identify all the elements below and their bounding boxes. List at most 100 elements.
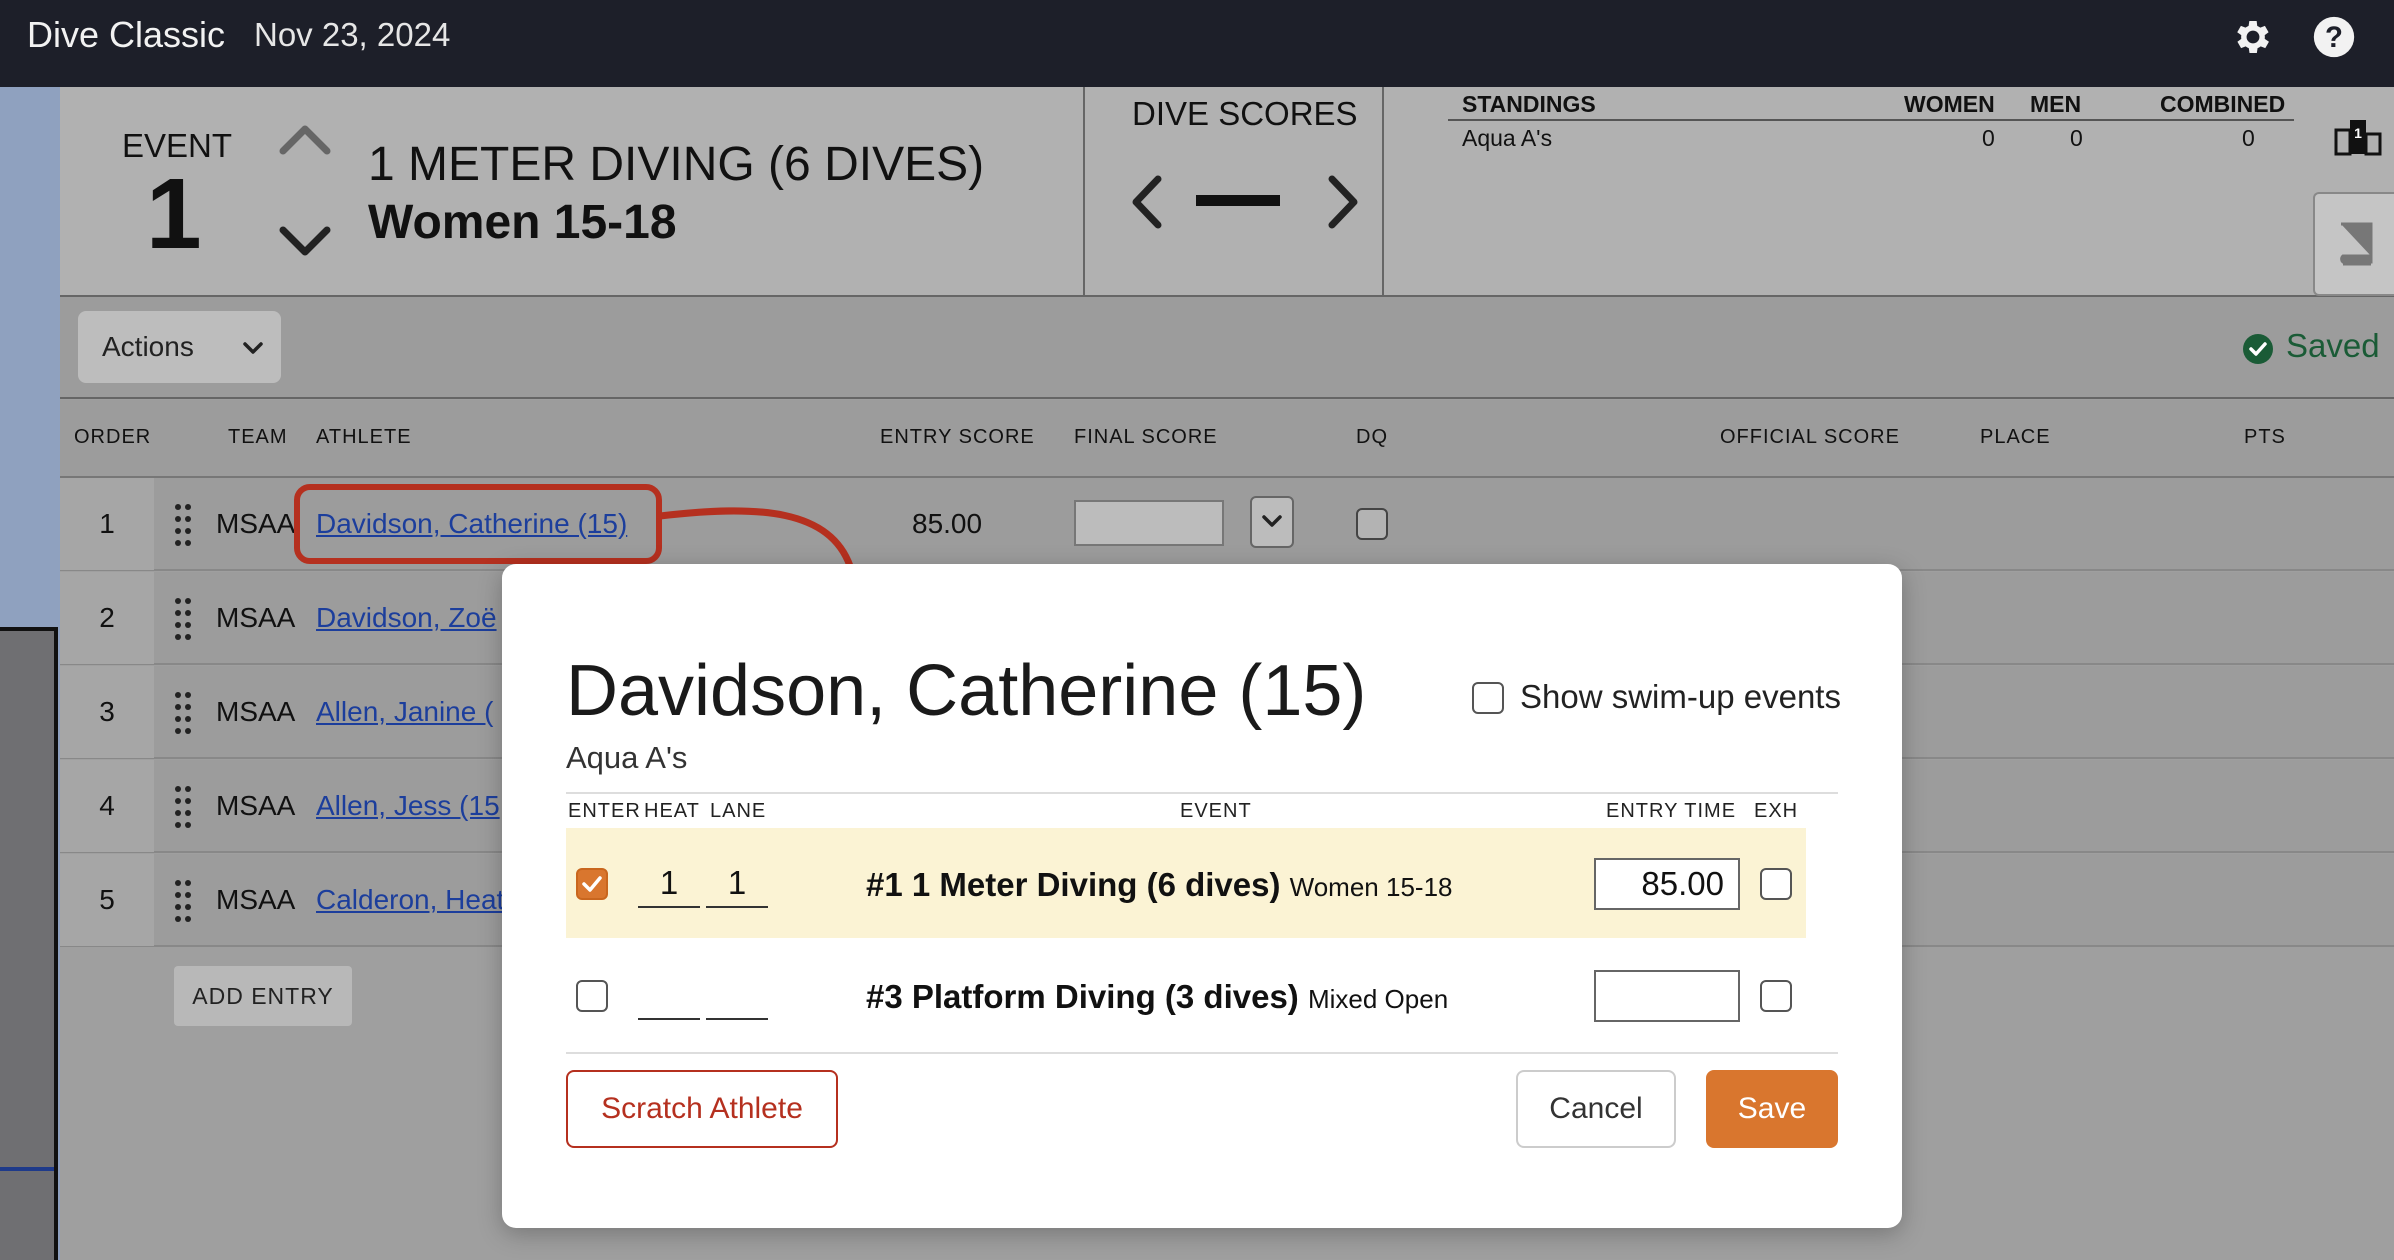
event-name: #1 1 Meter Diving (6 dives) — [866, 866, 1281, 903]
order-number: 4 — [99, 790, 115, 821]
save-button[interactable]: Save — [1706, 1070, 1838, 1148]
athlete-highlight — [294, 484, 662, 564]
athlete-link[interactable]: Allen, Janine ( — [316, 696, 493, 728]
standings-team: Aqua A's — [1462, 125, 1553, 151]
athlete-link[interactable]: Allen, Jess (15 — [316, 790, 500, 822]
drag-handle-icon[interactable] — [172, 878, 194, 924]
meet-date: Nov 23, 2024 — [254, 16, 451, 53]
enter-checkbox[interactable] — [576, 980, 608, 1012]
event-group: Women 15-18 — [1289, 872, 1453, 902]
add-entry-button[interactable]: ADD ENTRY — [174, 966, 352, 1026]
order-cell: 4 — [60, 760, 154, 852]
order-number: 2 — [99, 602, 115, 633]
col-order: ORDER — [74, 426, 152, 448]
col-entry-time: ENTRY TIME — [1606, 800, 1737, 822]
toolbar: Actions Saved — [60, 297, 2394, 399]
order-cell: 5 — [60, 854, 154, 946]
team-code: MSAA — [216, 696, 296, 727]
event-header: EVENT 1 1 METER DIVING (6 DIVES) Women 1… — [60, 87, 2394, 297]
dialog-team-name: Aqua A's — [566, 740, 688, 775]
event-title: #1 1 Meter Diving (6 dives) Women 15-18 — [866, 866, 1453, 904]
left-panel-divider — [0, 1167, 54, 1171]
col-pts: PTS — [2244, 426, 2286, 448]
left-panel-overlay — [0, 627, 58, 1260]
col-exh: EXH — [1754, 800, 1799, 822]
col-event: EVENT — [1180, 800, 1252, 822]
lane-input[interactable] — [706, 970, 768, 1020]
drag-handle-icon[interactable] — [172, 690, 194, 736]
order-number: 5 — [99, 884, 115, 915]
drag-handle-icon[interactable] — [172, 596, 194, 642]
event-name: 1 METER DIVING (6 DIVES) — [368, 138, 985, 191]
top-bar: Dive Classic Nov 23, 2024 ? — [0, 0, 2394, 87]
standings-women-value: 0 — [1982, 125, 1995, 151]
col-heat: HEAT — [644, 800, 700, 822]
event-group: Mixed Open — [1307, 984, 1449, 1014]
athlete-entry-dialog: Davidson, Catherine (15) Aqua A's Show s… — [502, 564, 1902, 1228]
lane-input[interactable]: 1 — [706, 858, 768, 908]
athlete-link[interactable]: Davidson, Zoë — [316, 602, 497, 634]
saved-status: Saved — [2286, 327, 2380, 364]
book-button[interactable] — [2313, 192, 2394, 296]
chevron-down-icon[interactable] — [275, 222, 335, 262]
entry-time-input[interactable]: 85.00 — [1594, 858, 1740, 910]
order-cell: 2 — [60, 572, 154, 664]
svg-text:?: ? — [2325, 21, 2343, 54]
col-entry-score: ENTRY SCORE — [880, 426, 1035, 448]
col-official-score: OFFICIAL SCORE — [1720, 426, 1900, 448]
final-score-dropdown[interactable] — [1250, 496, 1294, 548]
actions-dropdown[interactable]: Actions — [78, 311, 281, 383]
standings-combined-value: 0 — [2242, 125, 2255, 151]
event-group: Women 15-18 — [368, 196, 677, 249]
header-divider — [1083, 87, 1085, 297]
gear-icon[interactable] — [2231, 15, 2275, 59]
show-swim-up-checkbox[interactable] — [1472, 682, 1504, 714]
order-cell: 3 — [60, 666, 154, 758]
standings-rule — [1448, 119, 2294, 121]
podium-icon[interactable]: 1 — [2334, 116, 2382, 156]
dq-checkbox[interactable] — [1356, 508, 1388, 540]
check-icon — [582, 876, 602, 892]
standings-col-women: WOMEN — [1904, 91, 1995, 117]
team-code: MSAA — [216, 884, 296, 915]
check-circle-icon — [2243, 334, 2273, 364]
dialog-divider — [566, 792, 1838, 794]
chevron-up-icon[interactable] — [275, 119, 335, 159]
cancel-button[interactable]: Cancel — [1516, 1070, 1676, 1148]
chevron-down-icon — [1262, 515, 1282, 527]
table-header: ORDER TEAM ATHLETE ENTRY SCORE FINAL SCO… — [60, 400, 2394, 478]
drag-handle-icon[interactable] — [172, 502, 194, 548]
app-title: Dive Classic — [27, 14, 226, 55]
exhibition-checkbox[interactable] — [1760, 868, 1792, 900]
heat-input[interactable]: 1 — [638, 858, 700, 908]
dialog-divider — [566, 1052, 1838, 1054]
entry-score: 85.00 — [912, 508, 983, 539]
col-place: PLACE — [1980, 426, 2051, 448]
heat-input[interactable] — [638, 970, 700, 1020]
left-panel — [0, 87, 60, 1260]
col-lane: LANE — [710, 800, 767, 822]
col-final-score: FINAL SCORE — [1074, 426, 1218, 448]
show-swim-up-label[interactable]: Show swim-up events — [1520, 678, 1841, 716]
athlete-link[interactable]: Calderon, Heat — [316, 884, 504, 916]
dialog-athlete-name: Davidson, Catherine (15) — [566, 651, 1367, 731]
entry-time-input[interactable] — [1594, 970, 1740, 1022]
chevron-left-icon[interactable] — [1122, 167, 1172, 237]
final-score-input[interactable] — [1074, 500, 1224, 546]
order-cell: 1 — [60, 478, 154, 570]
standings-col-combined: COMBINED — [2160, 91, 2286, 117]
actions-label: Actions — [102, 331, 194, 362]
help-icon[interactable]: ? — [2312, 15, 2356, 59]
standings-col-men: MEN — [2030, 91, 2082, 117]
team-code: MSAA — [216, 790, 296, 821]
exhibition-checkbox[interactable] — [1760, 980, 1792, 1012]
drag-handle-icon[interactable] — [172, 784, 194, 830]
col-dq: DQ — [1356, 426, 1388, 448]
order-number: 3 — [99, 696, 115, 727]
standings-men-value: 0 — [2070, 125, 2083, 151]
chevron-right-icon[interactable] — [1318, 167, 1368, 237]
col-team: TEAM — [228, 426, 288, 448]
enter-checkbox[interactable] — [576, 868, 608, 900]
scratch-athlete-button[interactable]: Scratch Athlete — [566, 1070, 838, 1148]
team-code: MSAA — [216, 602, 296, 633]
